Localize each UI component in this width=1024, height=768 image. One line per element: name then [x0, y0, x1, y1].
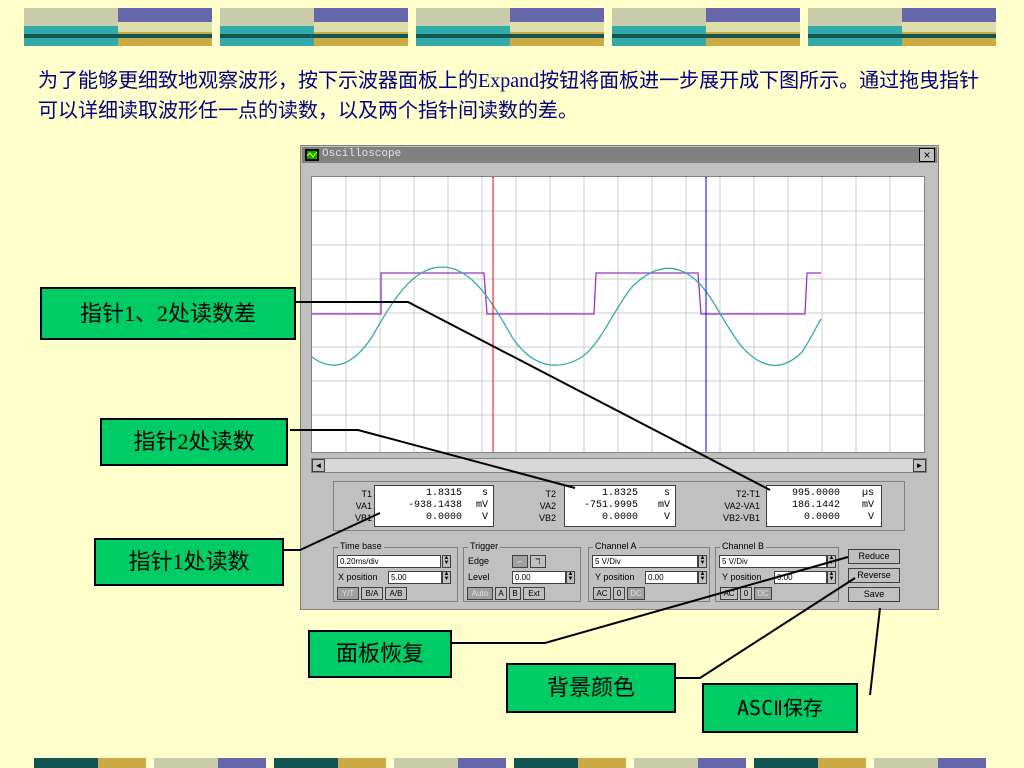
footer-tile	[938, 758, 986, 768]
footer-tile	[34, 758, 98, 768]
footer-tile	[818, 758, 866, 768]
callout-leader-lines	[284, 301, 881, 696]
footer-tile	[754, 758, 818, 768]
background-color-callout: 背景颜色	[506, 663, 676, 713]
footer-tile	[458, 758, 506, 768]
footer-tile	[98, 758, 146, 768]
cursor-2-reading-callout: 指针2处读数	[100, 418, 288, 466]
footer-tile	[218, 758, 266, 768]
cursor-diff-callout: 指针1、2处读数差	[40, 287, 296, 340]
footer-tile	[874, 758, 938, 768]
footer-tile	[698, 758, 746, 768]
cursor-1-reading-callout: 指针1处读数	[94, 538, 284, 586]
ascii-save-callout: ASCⅡ保存	[702, 683, 858, 733]
footer-tile	[634, 758, 698, 768]
footer-tile	[394, 758, 458, 768]
footer-tile	[338, 758, 386, 768]
panel-restore-callout: 面板恢复	[308, 630, 452, 678]
footer-tile	[274, 758, 338, 768]
footer-tile	[514, 758, 578, 768]
footer-tile	[578, 758, 626, 768]
footer-tile	[154, 758, 218, 768]
